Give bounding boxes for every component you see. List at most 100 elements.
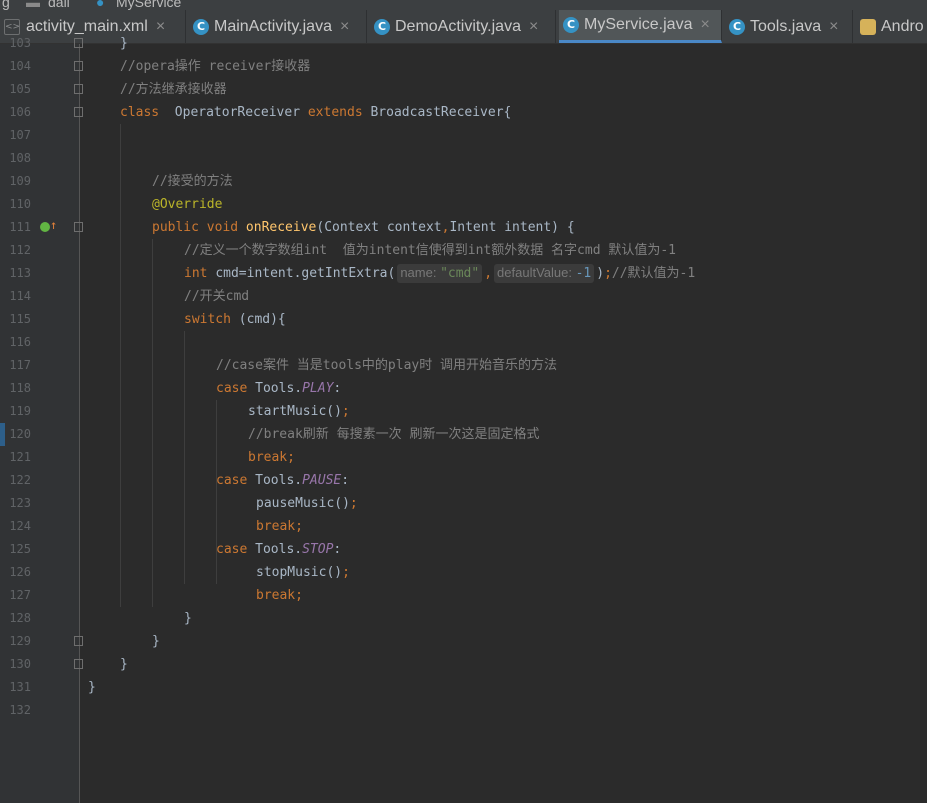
code-line[interactable]: 118 case Tools.PLAY: [0, 377, 927, 400]
code-text: stopMusic(); [256, 561, 350, 584]
code-token: //开关cmd [184, 289, 250, 304]
line-number: 110 [9, 197, 31, 211]
code-text: break; [248, 446, 295, 469]
code-text: case Tools.PAUSE: [216, 469, 349, 492]
code-line[interactable]: 121 break; [0, 446, 927, 469]
code-line[interactable]: 108 [0, 147, 927, 170]
code-line[interactable]: 123 pauseMusic(); [0, 492, 927, 515]
code-line[interactable]: 111 ↑ public void onReceive(Context contex… [0, 216, 927, 239]
folder-icon: ▬ [26, 0, 40, 10]
code-line[interactable]: 124 break; [0, 515, 927, 538]
parameter-hint-value: "cmd" [440, 266, 480, 281]
code-line[interactable]: 128} [0, 607, 927, 630]
code-line[interactable]: 109 //接受的方法 [0, 170, 927, 193]
parameter-hint: name: "cmd" [397, 264, 483, 283]
line-number: 107 [9, 128, 31, 142]
line-number: 118 [9, 381, 31, 395]
line-number: 104 [9, 59, 31, 73]
code-line[interactable]: 116 [0, 331, 927, 354]
code-token: OperatorReceiver [159, 105, 308, 120]
code-token: int [184, 266, 216, 281]
line-number: 113 [9, 266, 31, 280]
code-line[interactable]: 132 [0, 699, 927, 722]
fold-marker-icon[interactable] [74, 38, 83, 48]
code-token: PAUSE [302, 473, 342, 488]
code-text: } [184, 607, 192, 630]
code-text: case Tools.STOP: [216, 538, 341, 561]
code-token: } [152, 634, 160, 649]
code-token: (cmd){ [238, 312, 286, 327]
code-text: } [120, 653, 128, 676]
code-text: //开关cmd [184, 285, 249, 308]
code-token: case [216, 473, 256, 488]
code-text: } [88, 676, 96, 699]
code-line[interactable]: 103} [0, 32, 927, 55]
code-token: //opera操作 receiver接收器 [120, 59, 311, 74]
line-number: 130 [9, 657, 31, 671]
line-number: 123 [9, 496, 31, 510]
code-token: public void [152, 220, 246, 235]
caret-line-marker [0, 423, 5, 446]
code-line[interactable]: 105 //方法继承接收器 [0, 78, 927, 101]
code-token: case [216, 542, 256, 557]
code-line[interactable]: 119 startMusic(); [0, 400, 927, 423]
code-token: ; [341, 404, 350, 419]
code-line[interactable]: 129} [0, 630, 927, 653]
code-token: startMusic() [248, 404, 342, 419]
breadcrumb-item[interactable]: dali [48, 0, 70, 10]
code-token: (Context context [316, 220, 442, 235]
breadcrumb-item[interactable]: g [2, 0, 10, 10]
code-line[interactable]: 106 class OperatorReceiver extends Broadc… [0, 101, 927, 124]
line-number: 122 [9, 473, 31, 487]
code-line[interactable]: 126 stopMusic(); [0, 561, 927, 584]
code-line[interactable]: 117 //case案件 当是tools中的play时 调用开始音乐的方法 [0, 354, 927, 377]
fold-marker-icon[interactable] [74, 636, 83, 646]
code-token: BroadcastReceiver{ [362, 105, 512, 120]
code-line[interactable]: 112 //定义一个数字数组int 值为intent信使得到int额外数据 名字c… [0, 239, 927, 262]
code-token: } [120, 36, 128, 51]
line-number: 114 [9, 289, 31, 303]
code-line[interactable]: 110 @Override [0, 193, 927, 216]
indent-guide [152, 239, 153, 607]
fold-marker-icon[interactable] [74, 61, 83, 71]
line-number: 106 [9, 105, 31, 119]
code-line[interactable]: 114 //开关cmd [0, 285, 927, 308]
code-token: STOP [302, 542, 334, 557]
fold-marker-icon[interactable] [74, 107, 83, 117]
code-line[interactable]: 130} [0, 653, 927, 676]
code-line[interactable]: 120//break刷新 每搜素一次 刷新一次这是固定格式 [0, 423, 927, 446]
override-arrow-icon: ↑ [50, 218, 58, 232]
code-token: class [120, 105, 160, 120]
code-line[interactable]: 107 [0, 124, 927, 147]
line-number: 111 [9, 220, 31, 234]
code-line[interactable]: 122 case Tools.PAUSE: [0, 469, 927, 492]
class-icon: C [563, 17, 579, 33]
code-line[interactable]: 131} [0, 676, 927, 699]
fold-marker-icon[interactable] [74, 84, 83, 94]
code-token: } [184, 611, 192, 626]
code-line[interactable]: 125 case Tools.STOP: [0, 538, 927, 561]
code-token: break; [248, 450, 295, 465]
code-token: ; [342, 565, 350, 580]
implements-method-icon[interactable] [40, 222, 50, 232]
line-number: 124 [9, 519, 31, 533]
code-line[interactable]: 104 //opera操作 receiver接收器 [0, 55, 927, 78]
code-token: } [120, 657, 128, 672]
parameter-hint-value: -1 [575, 266, 592, 281]
fold-marker-icon[interactable] [74, 659, 83, 669]
indent-guide [184, 331, 185, 584]
line-number: 117 [9, 358, 31, 372]
code-line[interactable]: 115 switch (cmd){ [0, 308, 927, 331]
code-text: startMusic(); [248, 400, 350, 423]
code-line[interactable]: 127 break; [0, 584, 927, 607]
breadcrumb: g ▬ dali ● MyService [0, 0, 927, 10]
code-text: //opera操作 receiver接收器 [120, 55, 310, 78]
fold-marker-icon[interactable] [74, 222, 83, 232]
parameter-hint-name: name: [400, 265, 441, 280]
breadcrumb-item[interactable]: MyService [116, 0, 181, 10]
code-text: } [120, 32, 128, 55]
code-text: //case案件 当是tools中的play时 调用开始音乐的方法 [216, 354, 557, 377]
code-text: public void onReceive(Context context,In… [152, 216, 575, 239]
line-number: 127 [9, 588, 31, 602]
code-line[interactable]: 113 int cmd=intent.getIntExtra(name: "cmd… [0, 262, 927, 285]
